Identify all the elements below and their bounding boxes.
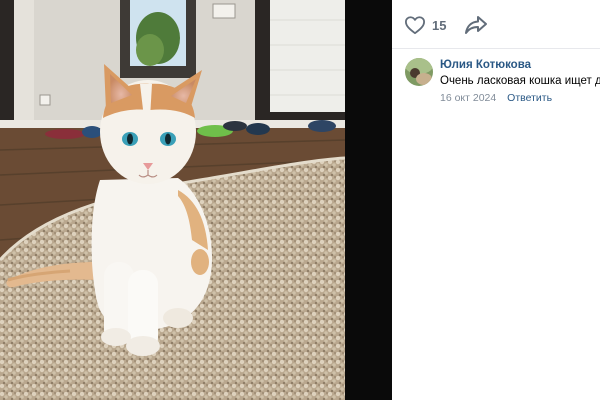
like-count: 15 [432,17,447,33]
share-icon [464,16,488,40]
comment-body: Юлия Котюкова Очень ласковая кошка ищет … [440,58,600,105]
cat-photo[interactable] [0,0,345,400]
comment-text: Очень ласковая кошка ищет до [440,75,600,87]
reply-link[interactable]: Ответить [507,92,552,104]
comment-date: 16 окт 2024 [440,92,497,104]
like-button[interactable]: 15 [404,14,446,36]
comment-author[interactable]: Юлия Котюкова [440,58,600,72]
viewer-gap [345,0,392,400]
info-panel: 15 Юлия Котюкова Очень ласковая кошка ищ… [392,0,600,400]
share-button[interactable] [464,14,488,36]
actions-bar: 15 [392,0,600,49]
heart-icon [404,15,426,35]
user-avatar[interactable] [405,58,433,86]
comment-meta: 16 окт 2024 Ответить [440,92,600,105]
